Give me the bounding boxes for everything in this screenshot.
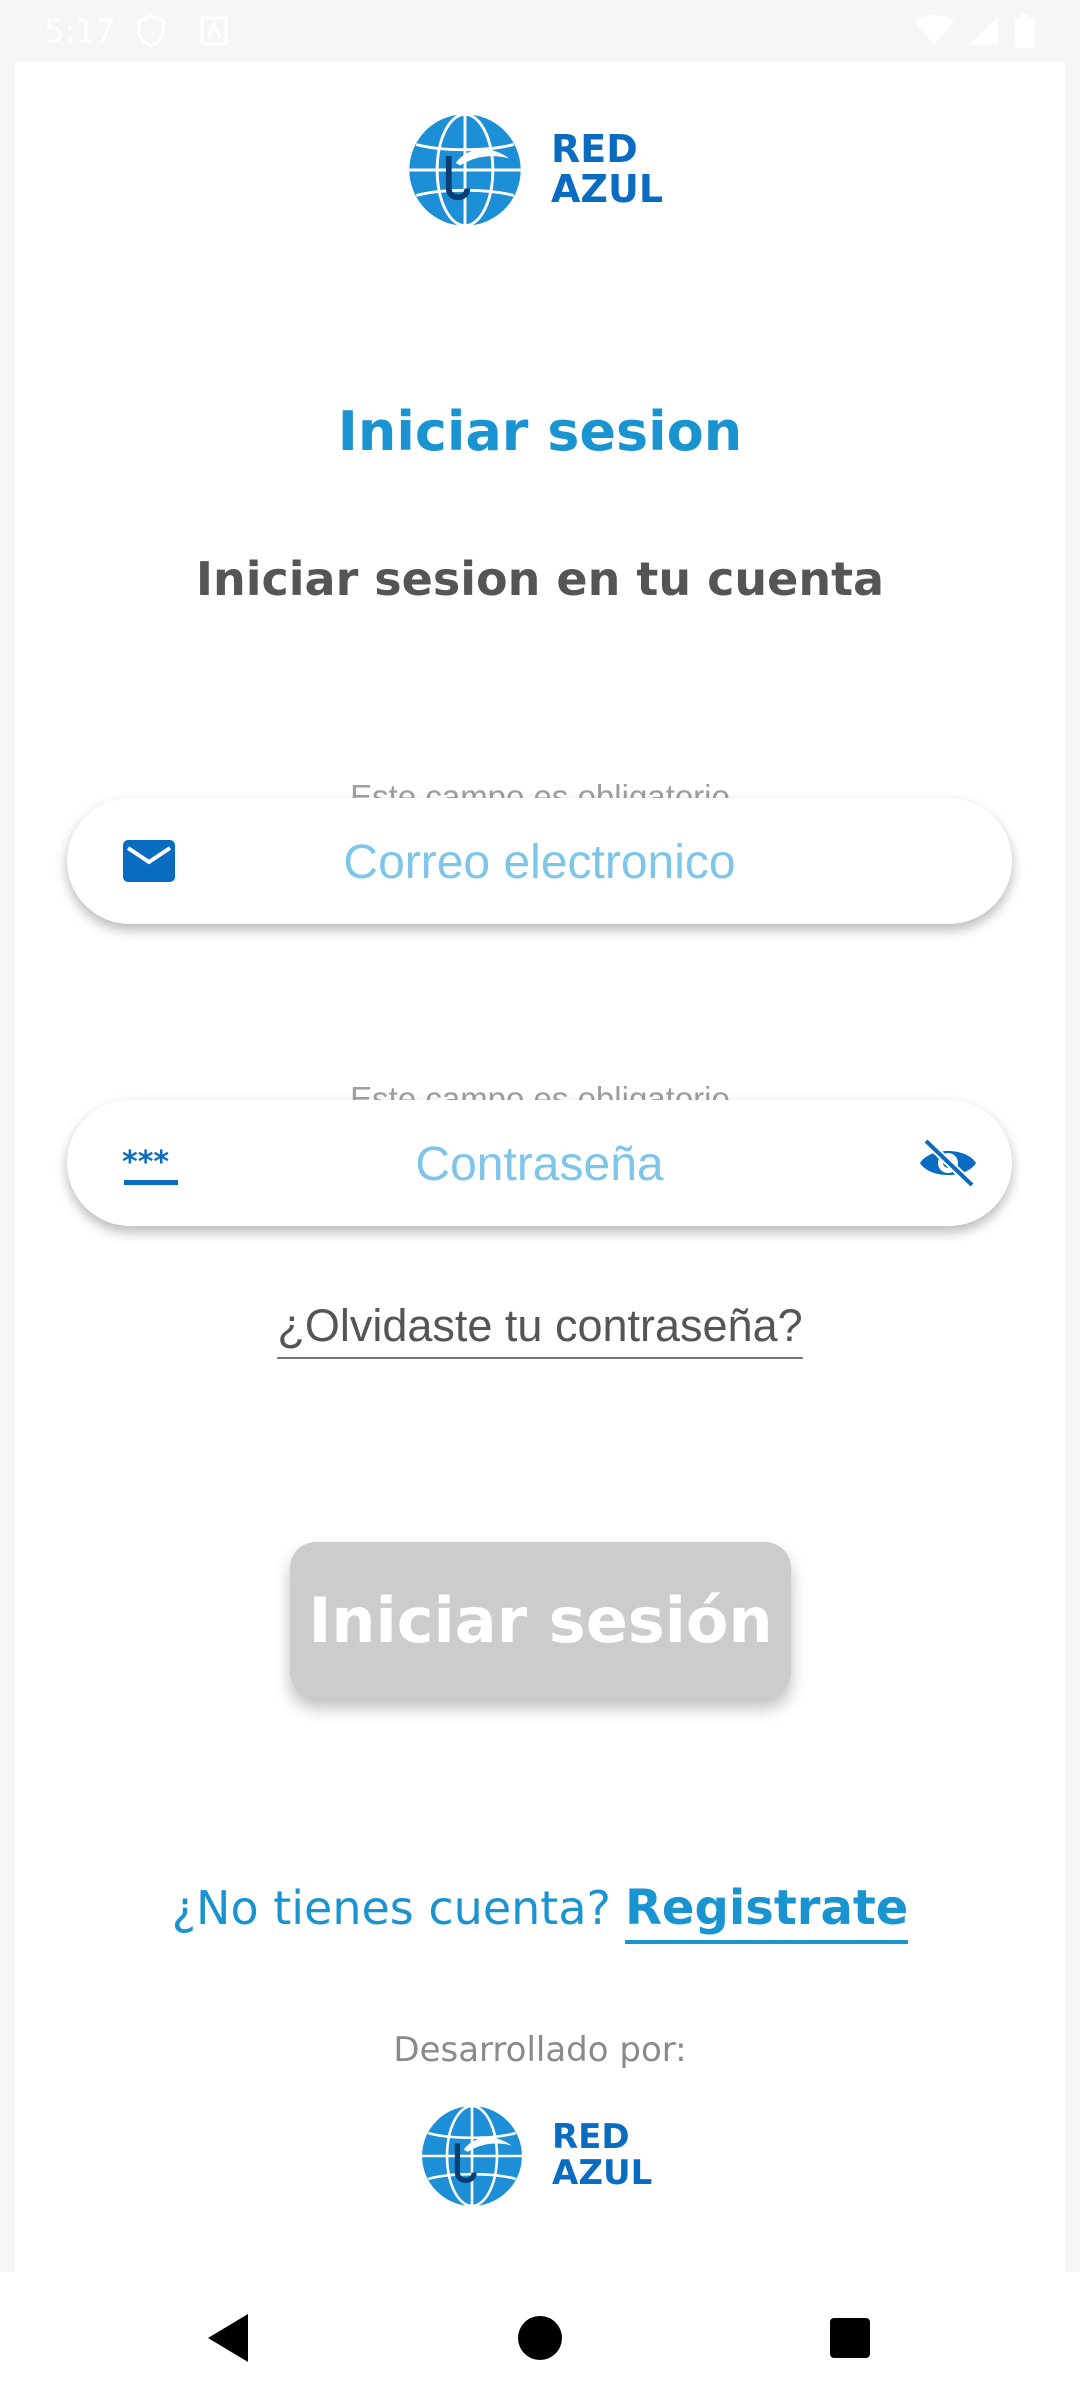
page-title: Iniciar sesion	[337, 400, 743, 463]
brand-wordmark-bottom: RED AZUL	[552, 2120, 652, 2191]
register-link[interactable]: Registrate	[624, 1880, 909, 1944]
globe-hook-logo-icon	[409, 112, 521, 228]
status-left: 5:17	[44, 12, 228, 50]
email-input[interactable]	[67, 798, 1012, 926]
forgot-password-link[interactable]: ¿Olvidaste tu contraseña?	[277, 1300, 803, 1359]
globe-hook-logo-icon	[422, 2104, 522, 2208]
shield-icon	[137, 14, 165, 48]
brand-line2: AZUL	[551, 167, 664, 211]
home-icon[interactable]	[516, 2314, 564, 2362]
status-time: 5:17	[44, 12, 116, 50]
brand-logo-bottom: RED AZUL	[420, 2104, 652, 2208]
eye-off-icon[interactable]	[918, 1137, 978, 1189]
brand-line1: RED	[551, 127, 638, 172]
signal-icon	[970, 17, 998, 45]
brand-wordmark-top: RED AZUL	[551, 127, 664, 211]
forgot-password-row: ¿Olvidaste tu contraseña?	[0, 1300, 1080, 1359]
status-bar: 5:17	[0, 0, 1080, 62]
status-right	[914, 14, 1036, 48]
recents-icon[interactable]	[828, 2316, 872, 2360]
register-row: ¿No tienes cuenta? Registrate	[0, 1880, 1080, 1944]
password-field[interactable]: ***	[67, 1100, 1012, 1228]
no-account-text: ¿No tienes cuenta?	[171, 1881, 611, 1935]
notification-icon	[200, 16, 228, 46]
brand-line1: RED	[552, 2117, 630, 2158]
login-button[interactable]: Iniciar sesión	[290, 1542, 791, 1698]
navigation-bar	[0, 2272, 1080, 2400]
back-icon[interactable]	[204, 2312, 252, 2364]
page-subtitle: Iniciar sesion en tu cuenta	[195, 552, 885, 606]
battery-icon	[1015, 14, 1035, 48]
email-field[interactable]	[67, 798, 1012, 926]
brand-logo-top: RED AZUL	[407, 112, 663, 228]
brand-line2: AZUL	[552, 2153, 653, 2193]
password-input[interactable]	[67, 1100, 1012, 1228]
wifi-icon	[914, 15, 954, 45]
developed-by-label: Desarrollado por:	[393, 2030, 687, 2070]
